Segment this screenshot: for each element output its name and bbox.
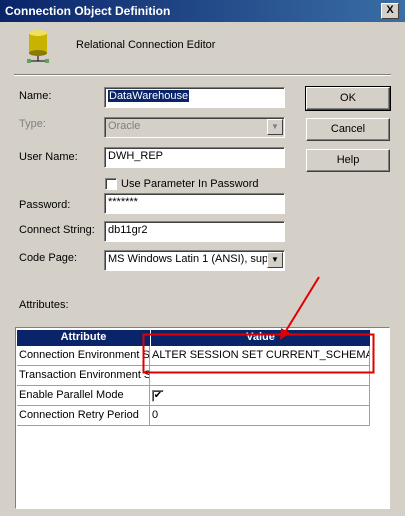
code-page-value: MS Windows Latin 1 (ANSI), superset of L…	[108, 253, 284, 265]
database-icon	[27, 30, 49, 63]
connect-string-label: Connect String:	[19, 224, 95, 236]
code-page-label: Code Page:	[19, 252, 78, 264]
attribute-value-cell[interactable]: 0	[150, 406, 370, 426]
name-label: Name:	[19, 90, 52, 102]
type-label: Type:	[19, 118, 46, 130]
name-field[interactable]: DataWarehouse	[104, 87, 285, 108]
attribute-name-cell[interactable]: Transaction Environment SQL	[17, 366, 150, 386]
code-page-select[interactable]: MS Windows Latin 1 (ANSI), superset of L…	[104, 250, 285, 271]
ok-button[interactable]: OK	[305, 86, 391, 111]
attribute-name-cell[interactable]: Enable Parallel Mode	[17, 386, 150, 406]
code-page-dropdown-icon[interactable]: ▼	[267, 252, 283, 268]
annotation-arrow	[283, 276, 320, 335]
header-divider	[14, 74, 391, 76]
attribute-column-header[interactable]: Attribute	[17, 330, 150, 346]
username-field[interactable]: DWH_REP	[104, 147, 285, 168]
type-select[interactable]: Oracle	[104, 117, 285, 138]
attribute-name-cell[interactable]: Connection Retry Period	[17, 406, 150, 426]
editor-heading: Relational Connection Editor	[76, 39, 216, 51]
close-button[interactable]: X	[381, 3, 399, 19]
type-value: Oracle	[108, 120, 141, 132]
password-field[interactable]: *******	[104, 193, 285, 214]
connect-string-field[interactable]: db11gr2	[104, 221, 285, 242]
attribute-value-cell[interactable]	[150, 366, 370, 386]
username-label: User Name:	[19, 151, 78, 163]
password-label: Password:	[19, 199, 71, 211]
attribute-name-cell[interactable]: Connection Environment SQL	[17, 346, 150, 366]
attribute-value-cell[interactable]: ✔	[150, 386, 370, 406]
value-column-header[interactable]: Value	[150, 330, 370, 346]
parallel-mode-checkbox[interactable]: ✔	[152, 390, 164, 402]
cancel-button[interactable]: Cancel	[306, 118, 390, 141]
name-value: DataWarehouse	[108, 90, 190, 102]
type-dropdown-icon[interactable]: ▼	[267, 119, 283, 135]
attribute-value-cell[interactable]: ALTER SESSION SET CURRENT_SCHEMA=DWH_REP	[150, 346, 370, 366]
attributes-label: Attributes:	[19, 299, 69, 311]
help-button[interactable]: Help	[306, 149, 390, 172]
window-title: Connection Object Definition	[5, 4, 171, 18]
use-parameter-label: Use Parameter In Password	[121, 178, 259, 190]
use-parameter-checkbox[interactable]	[105, 178, 117, 190]
